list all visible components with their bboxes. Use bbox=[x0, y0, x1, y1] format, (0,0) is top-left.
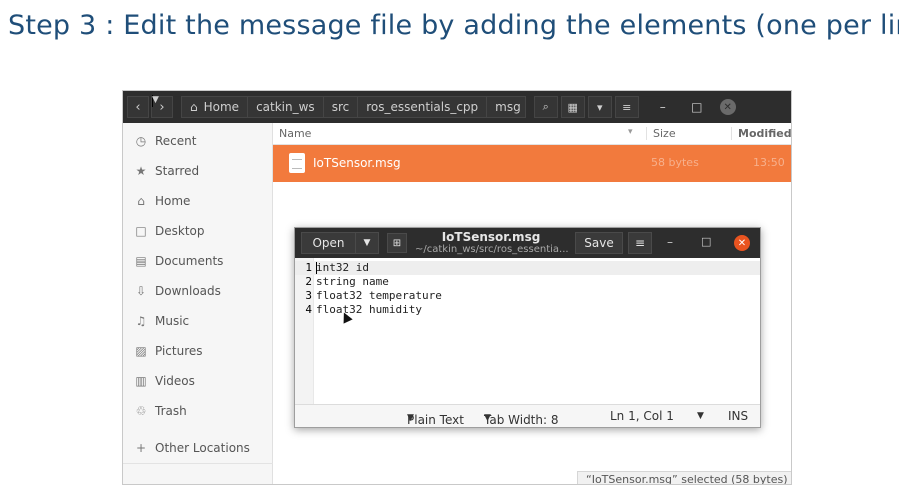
breadcrumb-msg[interactable]: msg▼ bbox=[152, 95, 526, 118]
sidebar-item-other-locations[interactable]: + Other Locations bbox=[133, 438, 250, 458]
breadcrumb-home[interactable]: ⌂ Home bbox=[181, 96, 249, 118]
close-button[interactable]: ✕ bbox=[734, 235, 750, 251]
selection-status: “IoTSensor.msg” selected (58 bytes) bbox=[577, 471, 791, 484]
text-editor-window: Open ▼ ⊞ IoTSensor.msg ~/catkin_ws/src/r… bbox=[294, 227, 761, 428]
sidebar-item-recent[interactable]: ◷ Recent bbox=[133, 131, 197, 151]
line-number: 3 bbox=[305, 289, 312, 302]
hamburger-icon: ≡ bbox=[634, 236, 646, 250]
file-row-selected[interactable]: IoTSensor.msg 58 bytes 13:50 bbox=[273, 145, 791, 182]
open-label: Open bbox=[302, 233, 356, 253]
line-number: 1 bbox=[305, 261, 312, 274]
grid-icon: ▦ bbox=[567, 100, 578, 114]
code-line: float32 temperature bbox=[316, 289, 442, 302]
back-button[interactable]: ‹ bbox=[127, 96, 149, 118]
chevron-left-icon: ‹ bbox=[135, 99, 141, 115]
maximize-button[interactable]: □ bbox=[684, 100, 710, 114]
caret-down-icon: ▾ bbox=[596, 100, 603, 114]
home-icon: ⌂ bbox=[190, 100, 198, 114]
caret-down-icon: ▼ bbox=[484, 413, 491, 423]
sidebar-item-desktop[interactable]: □ Desktop bbox=[133, 221, 204, 241]
sort-arrow-icon: ▾ bbox=[628, 127, 633, 137]
column-header-name[interactable]: Name bbox=[279, 127, 311, 140]
slide-heading: Step 3 : Edit the message file by adding… bbox=[8, 10, 899, 41]
caret-down-icon: ▼ bbox=[152, 95, 159, 107]
close-icon: ✕ bbox=[737, 237, 747, 249]
search-button[interactable]: ⌕ bbox=[533, 96, 558, 118]
code-line: int32 id bbox=[316, 261, 369, 274]
close-button[interactable]: ✕ bbox=[719, 99, 736, 115]
video-icon: ▥ bbox=[135, 374, 147, 388]
desktop-icon: □ bbox=[135, 224, 147, 238]
view-grid-button[interactable]: ▦ bbox=[560, 96, 585, 118]
close-icon: ✕ bbox=[723, 101, 732, 113]
sidebar-item-home[interactable]: ⌂ Home bbox=[133, 191, 190, 211]
file-name: IoTSensor.msg bbox=[313, 156, 401, 170]
home-icon: ⌂ bbox=[137, 194, 145, 208]
sidebar-divider bbox=[123, 463, 273, 464]
open-button[interactable]: Open ▼ bbox=[301, 232, 379, 254]
column-header-row: Name ▾ Size Modified bbox=[273, 123, 791, 145]
music-icon: ♫ bbox=[135, 314, 147, 328]
download-icon: ⇩ bbox=[135, 284, 147, 298]
clock-icon: ◷ bbox=[135, 134, 147, 148]
line-number: 2 bbox=[305, 275, 312, 288]
insert-mode: INS bbox=[728, 409, 749, 423]
file-manager-titlebar: ‹ › ⌂ Home catkin_ws src ros_essentials_c… bbox=[123, 91, 791, 123]
editor-headerbar: Open ▼ ⊞ IoTSensor.msg ~/catkin_ws/src/r… bbox=[295, 228, 760, 258]
caret-down-icon[interactable]: ▼ bbox=[697, 411, 704, 421]
column-header-modified[interactable]: Modified bbox=[731, 127, 791, 140]
hamburger-icon: ≡ bbox=[622, 100, 632, 114]
file-size: 58 bytes bbox=[651, 156, 699, 169]
menu-button[interactable]: ≡ bbox=[614, 96, 639, 118]
places-sidebar: ◷ Recent ★ Starred ⌂ Home □ Desktop ▤ Documen… bbox=[123, 123, 273, 484]
text-file-icon bbox=[289, 153, 305, 173]
sidebar-item-downloads[interactable]: ⇩ Downloads bbox=[133, 281, 221, 301]
cursor-position[interactable]: Ln 1, Col 1 bbox=[610, 409, 674, 423]
file-modified: 13:50 bbox=[753, 156, 785, 169]
minimize-button[interactable]: – bbox=[667, 235, 673, 249]
sidebar-item-documents[interactable]: ▤ Documents bbox=[133, 251, 223, 271]
chevron-right-icon: › bbox=[159, 99, 165, 115]
trash-icon: ♲ bbox=[135, 404, 147, 418]
breadcrumb-catkin-ws[interactable]: catkin_ws bbox=[247, 96, 324, 118]
text-cursor bbox=[316, 262, 317, 274]
plus-icon: + bbox=[135, 441, 147, 455]
caret-down-icon[interactable]: ▼ bbox=[356, 233, 378, 253]
sidebar-item-pictures[interactable]: ▨ Pictures bbox=[133, 341, 202, 361]
code-line: string name bbox=[316, 275, 389, 288]
breadcrumb-ros-essentials-cpp[interactable]: ros_essentials_cpp bbox=[357, 96, 488, 118]
new-tab-button[interactable]: ⊞ bbox=[387, 233, 407, 253]
star-icon: ★ bbox=[135, 164, 147, 178]
sidebar-item-trash[interactable]: ♲ Trash bbox=[133, 401, 187, 421]
line-number: 4 bbox=[305, 303, 312, 316]
search-icon: ⌕ bbox=[542, 100, 549, 113]
editor-title: IoTSensor.msg bbox=[441, 230, 541, 244]
save-button[interactable]: Save bbox=[575, 232, 623, 254]
breadcrumb-src[interactable]: src bbox=[322, 96, 359, 118]
new-tab-icon: ⊞ bbox=[392, 237, 402, 249]
column-header-size[interactable]: Size bbox=[646, 127, 676, 140]
editor-menu-button[interactable]: ≡ bbox=[628, 232, 652, 254]
sidebar-item-music[interactable]: ♫ Music bbox=[133, 311, 190, 331]
editor-subtitle: ~/catkin_ws/src/ros_essentia... bbox=[415, 244, 569, 255]
view-options-button[interactable]: ▾ bbox=[587, 96, 612, 118]
text-area[interactable]: 1 int32 id 2 string name 3 float32 tempe… bbox=[295, 258, 760, 404]
code-line: float32 humidity bbox=[316, 303, 422, 316]
minimize-button[interactable]: – bbox=[650, 100, 676, 114]
caret-down-icon: ▼ bbox=[407, 413, 414, 423]
editor-title-block: IoTSensor.msg ~/catkin_ws/src/ros_essent… bbox=[415, 230, 569, 256]
sidebar-item-videos[interactable]: ▥ Videos bbox=[133, 371, 195, 391]
picture-icon: ▨ bbox=[135, 344, 147, 358]
sidebar-item-starred[interactable]: ★ Starred bbox=[133, 161, 199, 181]
editor-statusbar: Plain Text ▼ Tab Width: 8 ▼ Ln 1, Col 1 … bbox=[295, 404, 760, 427]
document-icon: ▤ bbox=[135, 254, 147, 268]
maximize-button[interactable]: □ bbox=[701, 235, 711, 248]
